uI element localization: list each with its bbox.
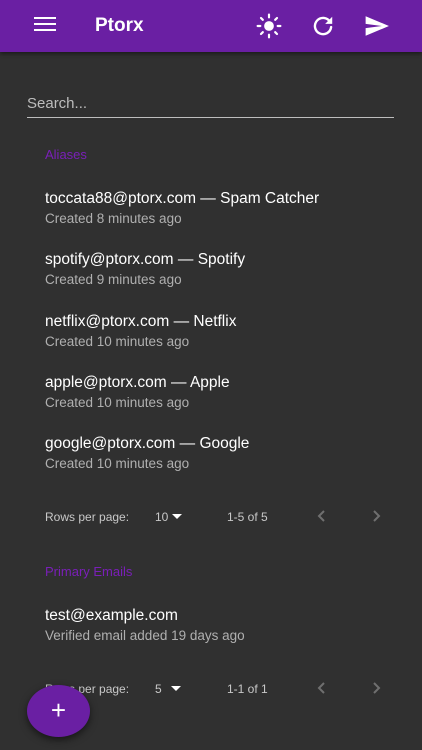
alias-list-item[interactable]: google@ptorx.com — Google Created 10 min… bbox=[45, 434, 395, 473]
alias-created: Created 8 minutes ago bbox=[45, 211, 182, 226]
email-address: test@example.com bbox=[45, 607, 178, 624]
alias-list-item[interactable]: toccata88@ptorx.com — Spam Catcher Creat… bbox=[45, 189, 395, 228]
alias-list-item[interactable]: netflix@ptorx.com — Netflix Created 10 m… bbox=[45, 312, 395, 351]
menu-icon[interactable] bbox=[34, 17, 56, 35]
search-input[interactable] bbox=[27, 90, 394, 116]
alias-created: Created 10 minutes ago bbox=[45, 334, 190, 349]
email-added: Verified email added 19 days ago bbox=[45, 628, 245, 643]
alias-created: Created 10 minutes ago bbox=[45, 395, 190, 410]
aliases-heading: Aliases bbox=[45, 147, 87, 162]
alias-address: toccata88@ptorx.com — Spam Catcher bbox=[45, 190, 320, 207]
primary-email-list-item[interactable]: test@example.com Verified email added 19… bbox=[45, 606, 395, 645]
alias-address: apple@ptorx.com — Apple bbox=[45, 374, 230, 391]
app-bar: Ptorx bbox=[0, 0, 422, 52]
rows-per-page-label: Rows per page: bbox=[45, 510, 130, 524]
rows-per-page-value: 10 bbox=[155, 510, 169, 524]
add-button[interactable]: + bbox=[27, 685, 90, 737]
chevron-left-icon[interactable] bbox=[315, 680, 329, 696]
app-title: Ptorx bbox=[95, 15, 144, 36]
rows-per-page-select[interactable]: 5 bbox=[155, 682, 181, 696]
chevron-right-icon[interactable] bbox=[369, 680, 383, 696]
add-icon: + bbox=[50, 695, 67, 725]
alias-address: netflix@ptorx.com — Netflix bbox=[45, 313, 237, 330]
primary-emails-heading: Primary Emails bbox=[45, 564, 133, 579]
search-field[interactable] bbox=[27, 90, 394, 118]
chevron-left-icon[interactable] bbox=[315, 508, 329, 524]
page-range: 1-5 of 5 bbox=[227, 510, 268, 524]
aliases-pagination: Rows per page: 10 1-5 of 5 bbox=[0, 505, 422, 529]
alias-created: Created 9 minutes ago bbox=[45, 272, 182, 287]
page-range: 1-1 of 1 bbox=[227, 682, 268, 696]
alias-created: Created 10 minutes ago bbox=[45, 456, 190, 471]
chevron-right-icon[interactable] bbox=[369, 508, 383, 524]
alias-address: spotify@ptorx.com — Spotify bbox=[45, 251, 246, 268]
caret-down-icon bbox=[172, 514, 183, 519]
send-icon[interactable] bbox=[364, 13, 390, 39]
alias-list-item[interactable]: spotify@ptorx.com — Spotify Created 9 mi… bbox=[45, 250, 395, 289]
alias-address: google@ptorx.com — Google bbox=[45, 435, 250, 452]
rows-per-page-value: 5 bbox=[155, 682, 162, 696]
refresh-icon[interactable] bbox=[310, 13, 336, 39]
brightness-icon[interactable] bbox=[256, 13, 282, 39]
alias-list-item[interactable]: apple@ptorx.com — Apple Created 10 minut… bbox=[45, 373, 395, 412]
rows-per-page-select[interactable]: 10 bbox=[155, 510, 183, 524]
caret-down-icon bbox=[170, 686, 181, 691]
